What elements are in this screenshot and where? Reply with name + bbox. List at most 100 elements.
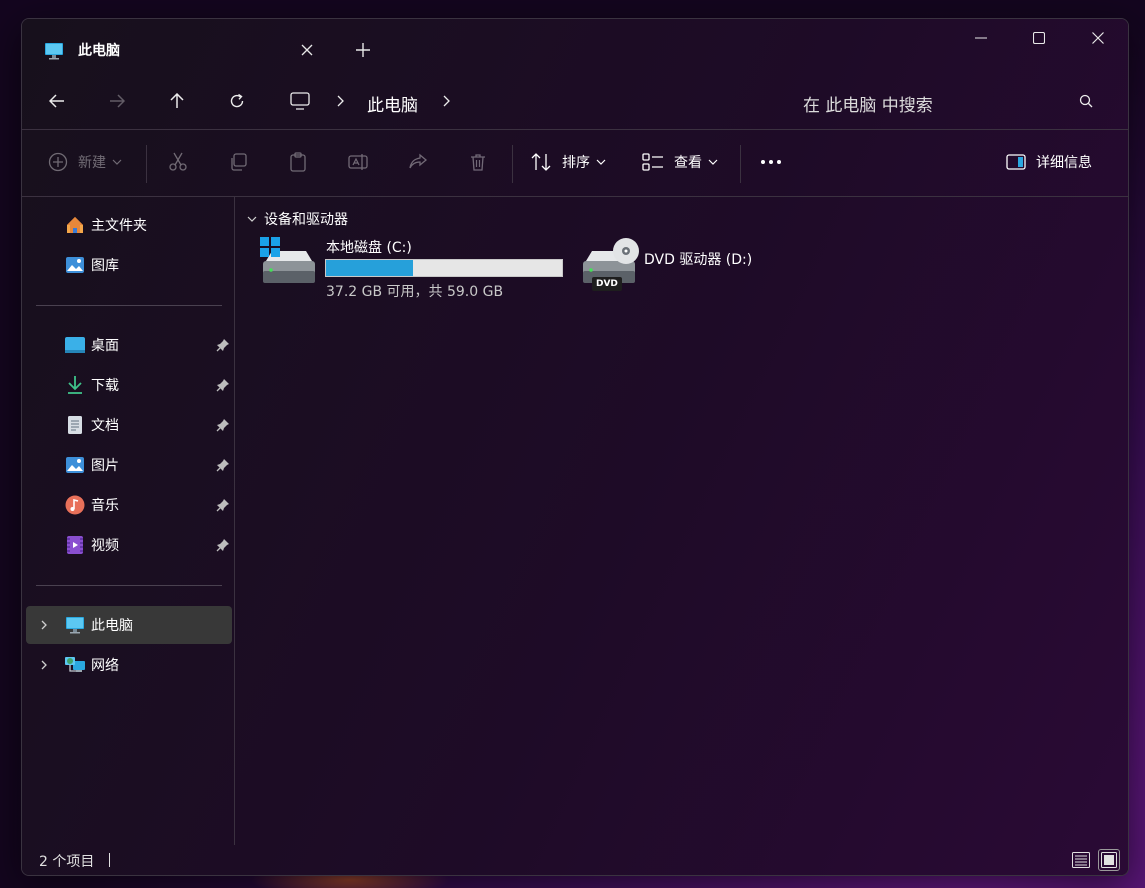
sidebar-item-this-pc[interactable]: 此电脑 <box>26 606 232 644</box>
chevron-down-icon <box>247 216 257 222</box>
sidebar-item-home[interactable]: 主文件夹 <box>26 206 232 244</box>
dvd-badge: DVD <box>596 279 618 289</box>
pin-icon[interactable] <box>216 498 230 512</box>
tab-title: 此电脑 <box>78 43 120 59</box>
details-pane-button[interactable]: 详细信息 <box>1006 147 1092 177</box>
copy-button[interactable] <box>228 147 248 177</box>
sidebar-item-gallery[interactable]: 图库 <box>26 246 232 284</box>
computer-icon <box>44 42 64 60</box>
network-icon <box>64 654 86 676</box>
separator <box>740 145 741 183</box>
sidebar-divider <box>36 585 222 586</box>
music-icon <box>64 494 86 516</box>
sidebar-item-label: 视频 <box>91 538 119 554</box>
trash-icon <box>471 154 485 171</box>
minimize-button[interactable] <box>952 19 1010 57</box>
back-button[interactable] <box>37 81 77 121</box>
drive-c[interactable]: 本地磁盘 (C:) 37.2 GB 可用，共 59.0 GB <box>260 237 580 301</box>
up-button[interactable] <box>157 81 197 121</box>
sidebar-item-videos[interactable]: 视频 <box>26 526 232 564</box>
sidebar-item-downloads[interactable]: 下载 <box>26 366 232 404</box>
status-bar: 2 个项目 <box>22 843 1128 875</box>
breadcrumb-pc-icon[interactable] <box>288 89 312 113</box>
download-icon <box>64 374 86 396</box>
forward-button[interactable] <box>97 81 137 121</box>
group-header-devices[interactable]: 设备和驱动器 <box>246 209 348 229</box>
cut-button[interactable] <box>168 147 188 177</box>
navigation-pane: 主文件夹 图库 桌面 下载 文档 图片 音乐 视频 此电脑 网络 <box>22 197 235 845</box>
drive-d[interactable]: DVD DVD 驱动器 (D:) <box>580 237 780 301</box>
sidebar-item-pictures[interactable]: 图片 <box>26 446 232 484</box>
sidebar-item-music[interactable]: 音乐 <box>26 486 232 524</box>
pin-icon[interactable] <box>216 458 230 472</box>
view-label: 查看 <box>674 155 702 171</box>
sidebar-item-label: 图片 <box>91 458 119 474</box>
pin-icon[interactable] <box>216 418 230 432</box>
chevron-right-icon[interactable] <box>38 659 50 671</box>
gallery-icon <box>64 254 86 276</box>
close-button[interactable] <box>1069 19 1127 57</box>
details-label: 详细信息 <box>1036 155 1092 171</box>
sidebar-divider <box>36 305 222 306</box>
arrow-up-icon <box>170 93 184 108</box>
share-button[interactable] <box>408 147 428 177</box>
desktop-icon <box>64 334 86 356</box>
pictures-icon <box>64 454 86 476</box>
tab-this-pc[interactable]: 此电脑 <box>22 19 330 81</box>
drive-name: 本地磁盘 (C:) <box>326 240 412 256</box>
video-icon <box>64 534 86 556</box>
chevron-right-icon[interactable] <box>439 93 453 109</box>
paste-button[interactable] <box>288 147 308 177</box>
large-icons-view-icon <box>1101 852 1117 868</box>
document-icon <box>64 414 86 436</box>
pin-icon[interactable] <box>216 538 230 552</box>
pin-icon[interactable] <box>216 378 230 392</box>
tab-close-icon[interactable] <box>298 41 316 59</box>
chevron-right-icon[interactable] <box>333 93 347 109</box>
drive-free-space: 37.2 GB 可用，共 59.0 GB <box>326 284 504 300</box>
sidebar-item-documents[interactable]: 文档 <box>26 406 232 444</box>
search-input[interactable]: 在 此电脑 中搜索 <box>792 81 1112 121</box>
large-icons-view-button[interactable] <box>1098 849 1120 871</box>
arrow-right-icon <box>110 94 125 108</box>
sort-label: 排序 <box>562 155 590 171</box>
details-pane-icon <box>1006 154 1026 170</box>
new-tab-button[interactable] <box>352 39 374 61</box>
share-icon <box>409 153 428 169</box>
more-button[interactable] <box>760 147 782 177</box>
title-bar: 此电脑 <box>22 19 1128 81</box>
new-label: 新建 <box>78 155 106 171</box>
home-icon <box>64 214 86 236</box>
refresh-button[interactable] <box>217 81 257 121</box>
chevron-right-icon[interactable] <box>38 619 50 631</box>
rename-button[interactable] <box>348 147 368 177</box>
more-icon <box>761 160 781 164</box>
breadcrumb-this-pc[interactable]: 此电脑 <box>367 91 418 116</box>
clipboard-icon <box>290 152 306 172</box>
drive-usage-bar <box>325 259 563 277</box>
separator <box>146 145 147 183</box>
pin-icon[interactable] <box>216 338 230 352</box>
view-button[interactable]: 查看 <box>642 147 718 177</box>
sort-button[interactable]: 排序 <box>530 147 606 177</box>
sidebar-item-label: 桌面 <box>91 338 119 354</box>
plus-circle-icon <box>48 152 68 172</box>
sidebar-item-desktop[interactable]: 桌面 <box>26 326 232 364</box>
sidebar-item-label: 下载 <box>91 378 119 394</box>
copy-icon <box>231 153 247 171</box>
computer-icon <box>64 614 86 636</box>
drive-usage-fill <box>326 260 414 276</box>
delete-button[interactable] <box>468 147 488 177</box>
windows-drive-icon <box>260 237 315 283</box>
file-explorer-window: 此电脑 此电脑 在 此电脑 中搜索 新建 排序 查看 详细信息 主文件夹 图库 … <box>21 18 1129 876</box>
sidebar-item-network[interactable]: 网络 <box>26 646 232 684</box>
sidebar-item-label: 文档 <box>91 418 119 434</box>
chevron-down-icon <box>708 159 718 165</box>
new-button[interactable]: 新建 <box>48 147 122 177</box>
details-view-button[interactable] <box>1070 849 1092 871</box>
chevron-down-icon <box>112 159 122 165</box>
item-count: 2 个项目 <box>39 854 95 870</box>
monitor-icon <box>290 92 310 110</box>
chevron-down-icon <box>596 159 606 165</box>
maximize-button[interactable] <box>1010 19 1068 57</box>
